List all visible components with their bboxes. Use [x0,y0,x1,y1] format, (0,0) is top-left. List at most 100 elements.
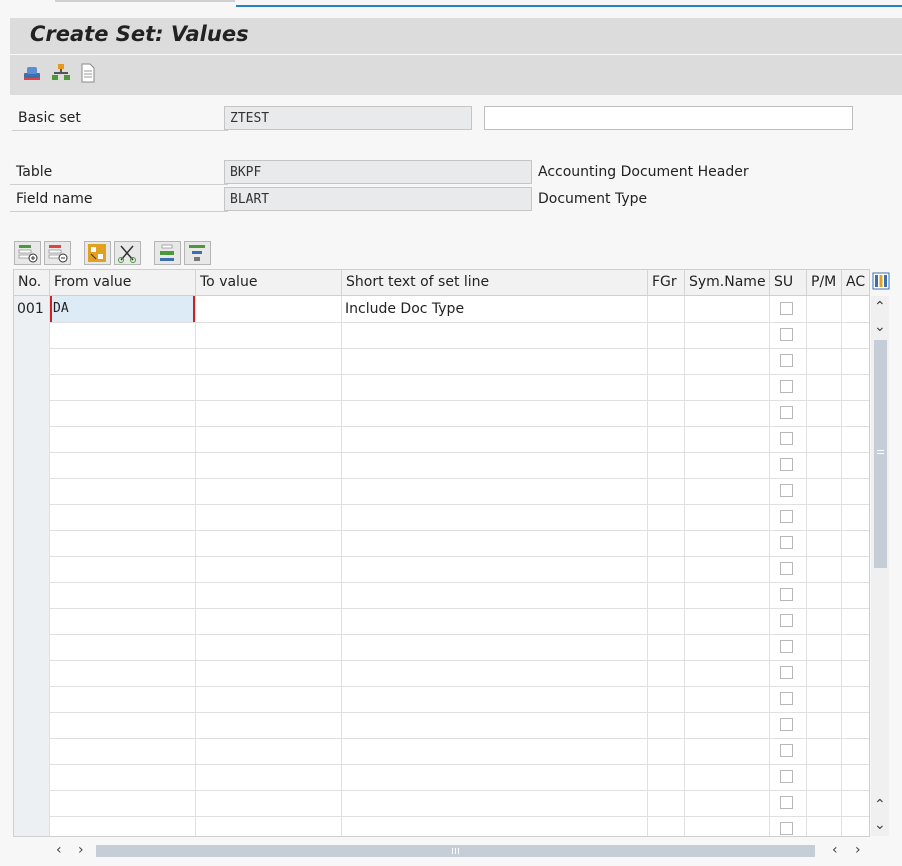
su-checkbox[interactable] [780,354,793,367]
cell-pm[interactable] [807,478,842,504]
cell-ac[interactable] [842,322,869,348]
cell-sym-name[interactable] [685,634,770,660]
table-row[interactable] [14,582,869,609]
cell-from[interactable] [50,608,196,634]
cell-ac[interactable] [842,582,869,608]
cell-fgr[interactable] [648,712,685,738]
cell-sym-name[interactable] [685,790,770,816]
cell-fgr[interactable] [648,348,685,374]
table-field[interactable]: BKPF [224,160,532,184]
cell-from[interactable] [50,530,196,556]
cell-fgr[interactable] [648,764,685,790]
cell-sym-name[interactable] [685,374,770,400]
insert-row-button[interactable] [14,241,41,265]
align-filter-button[interactable] [184,241,211,265]
cell-from[interactable] [50,504,196,530]
table-row[interactable] [14,764,869,791]
su-checkbox[interactable] [780,822,793,835]
table-row[interactable] [14,348,869,375]
cell-short-text[interactable] [342,452,648,478]
cell-ac[interactable] [842,400,869,426]
cell-ac[interactable] [842,790,869,816]
cell-pm[interactable] [807,374,842,400]
cell-ac[interactable] [842,660,869,686]
cell-fgr[interactable] [648,634,685,660]
cell-from[interactable] [50,712,196,738]
cell-sym-name[interactable] [685,712,770,738]
su-checkbox[interactable] [780,536,793,549]
su-checkbox[interactable] [780,406,793,419]
cell-sym-name[interactable] [685,296,770,322]
cell-sym-name[interactable] [685,738,770,764]
scroll-left-icon[interactable]: ‹ [56,843,62,857]
cell-pm[interactable] [807,634,842,660]
column-header-fgr[interactable]: FGr [648,270,685,295]
su-checkbox[interactable] [780,432,793,445]
cell-fgr[interactable] [648,816,685,836]
su-checkbox[interactable] [780,744,793,757]
table-row[interactable] [14,608,869,635]
cell-sym-name[interactable] [685,660,770,686]
cell-short-text[interactable] [342,504,648,530]
scroll-far-left-icon[interactable]: ‹ [832,843,838,857]
column-header-pm[interactable]: P/M [807,270,842,295]
cell-su[interactable] [770,738,807,764]
cell-sym-name[interactable] [685,556,770,582]
column-header-no[interactable]: No. [14,270,50,295]
cell-pm[interactable] [807,530,842,556]
cell-from[interactable] [50,764,196,790]
cell-pm[interactable] [807,296,842,322]
cell-ac[interactable] [842,738,869,764]
cell-sym-name[interactable] [685,764,770,790]
header-icon[interactable] [22,63,42,83]
cell-short-text[interactable] [342,322,648,348]
cell-short-text[interactable] [342,400,648,426]
su-checkbox[interactable] [780,484,793,497]
scroll-far-right-icon[interactable]: › [855,843,861,857]
cell-su[interactable] [770,816,807,836]
cell-fgr[interactable] [648,400,685,426]
cell-su[interactable] [770,452,807,478]
align-top-button[interactable] [154,241,181,265]
cell-pm[interactable] [807,322,842,348]
field-name-field[interactable]: BLART [224,187,532,211]
su-checkbox[interactable] [780,614,793,627]
cell-from[interactable] [50,816,196,836]
cell-pm[interactable] [807,348,842,374]
cell-pm[interactable] [807,686,842,712]
vertical-scrollbar[interactable]: ⌃ ⌄ ⌃ ⌄ [871,296,889,836]
cell-su[interactable] [770,712,807,738]
cell-ac[interactable] [842,426,869,452]
cell-ac[interactable] [842,374,869,400]
cell-from[interactable] [50,582,196,608]
cell-fgr[interactable] [648,374,685,400]
hierarchy-icon[interactable] [51,63,71,83]
cell-sym-name[interactable] [685,452,770,478]
cell-su[interactable] [770,582,807,608]
su-checkbox[interactable] [780,328,793,341]
cell-fgr[interactable] [648,608,685,634]
cell-pm[interactable] [807,738,842,764]
table-row[interactable] [14,816,869,836]
cell-fgr[interactable] [648,582,685,608]
cell-su[interactable] [770,660,807,686]
cell-su[interactable] [770,374,807,400]
table-row[interactable] [14,686,869,713]
column-header-su[interactable]: SU [770,270,807,295]
su-checkbox[interactable] [780,692,793,705]
cell-fgr[interactable] [648,478,685,504]
cell-to[interactable] [196,296,342,322]
select-button[interactable] [84,241,111,265]
cell-fgr[interactable] [648,660,685,686]
cell-pm[interactable] [807,452,842,478]
cell-short-text[interactable] [342,634,648,660]
cell-fgr[interactable] [648,426,685,452]
cell-pm[interactable] [807,400,842,426]
cell-sym-name[interactable] [685,504,770,530]
cell-pm[interactable] [807,582,842,608]
su-checkbox[interactable] [780,380,793,393]
cell-su[interactable] [770,504,807,530]
cell-su[interactable] [770,348,807,374]
cell-from[interactable]: DA [50,296,196,322]
cell-pm[interactable] [807,504,842,530]
